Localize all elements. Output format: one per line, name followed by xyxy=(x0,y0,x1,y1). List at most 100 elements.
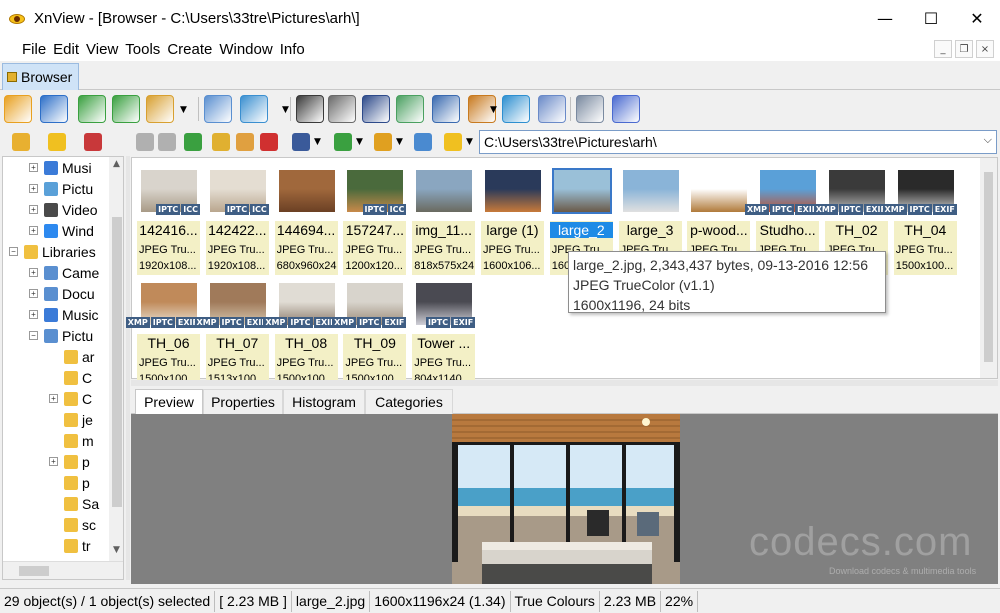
thumbnail-item[interactable]: XMP IPTC EXIF TH_07 JPEG Tru... 1513x100... xyxy=(194,279,269,388)
mdi-minimize-button[interactable]: _ xyxy=(934,40,952,58)
edit-icon[interactable] xyxy=(236,133,254,151)
info-icon[interactable] xyxy=(204,95,232,123)
tree-item[interactable]: + Docu xyxy=(29,283,95,304)
up-folder-icon[interactable] xyxy=(184,133,202,151)
mdi-restore-button[interactable]: ❐ xyxy=(955,40,973,58)
toolbar-dropdown-arrow-icon[interactable]: ▼ xyxy=(356,137,363,147)
tree-scroll-thumb[interactable] xyxy=(112,217,122,507)
tree-item[interactable]: + p xyxy=(49,451,90,472)
tree-item[interactable]: − Libraries xyxy=(9,241,96,262)
thumbnail-item[interactable]: XMP IPTC EXIF TH_04 JPEG Tru... 1500x100... xyxy=(882,166,957,275)
scroll-up-icon[interactable]: ▲ xyxy=(113,159,120,169)
tree-item[interactable]: ar xyxy=(49,346,94,367)
menu-info[interactable]: Info xyxy=(280,41,305,58)
tree-item[interactable]: + Pictu xyxy=(29,178,93,199)
back-icon[interactable] xyxy=(136,133,154,151)
scanner-icon[interactable] xyxy=(362,95,390,123)
toolbar-dropdown-arrow-icon[interactable]: ▼ xyxy=(396,137,403,147)
tree-item[interactable]: + Music xyxy=(29,304,99,325)
path-input[interactable]: C:\Users\33tre\Pictures\arh\ ⌵ xyxy=(479,130,997,154)
help-icon[interactable] xyxy=(612,95,640,123)
minimize-button[interactable]: — xyxy=(862,0,908,37)
toolbar-dropdown-arrow-icon[interactable]: ▼ xyxy=(490,105,497,115)
categories-panel-icon[interactable] xyxy=(84,133,102,151)
search-icon[interactable] xyxy=(296,95,324,123)
menu-edit[interactable]: Edit xyxy=(53,41,79,58)
thumbnail-item[interactable]: large (1) JPEG Tru... 1600x106... xyxy=(481,166,544,275)
tree-item[interactable]: je xyxy=(49,409,93,430)
expand-icon[interactable]: + xyxy=(49,394,58,403)
scroll-down-icon[interactable]: ▼ xyxy=(113,545,120,555)
tree-item[interactable]: − Pictu xyxy=(29,325,93,346)
new-folder-icon[interactable] xyxy=(212,133,230,151)
tree-hscroll-thumb[interactable] xyxy=(19,566,49,576)
close-button[interactable]: ✕ xyxy=(954,0,1000,37)
tree-item[interactable]: C xyxy=(49,367,92,388)
sort-icon[interactable] xyxy=(334,133,352,151)
menu-view[interactable]: View xyxy=(86,41,118,58)
tab-preview[interactable]: Preview xyxy=(135,389,203,414)
grid-vertical-scrollbar[interactable] xyxy=(980,158,997,378)
expand-icon[interactable]: + xyxy=(29,289,38,298)
tree-item[interactable]: tr xyxy=(49,535,91,556)
tree-item[interactable]: Sa xyxy=(49,493,99,514)
slideshow-icon[interactable] xyxy=(40,95,68,123)
collapse-icon[interactable]: − xyxy=(9,247,18,256)
menu-file[interactable]: File xyxy=(22,41,46,58)
tree-item[interactable]: sc xyxy=(49,514,96,535)
forward-icon[interactable] xyxy=(158,133,176,151)
tree-vertical-scrollbar[interactable] xyxy=(109,157,123,561)
vertical-splitter[interactable] xyxy=(126,156,130,580)
tree-item[interactable]: + Video xyxy=(29,199,98,220)
tab-properties[interactable]: Properties xyxy=(203,389,283,414)
folders-panel-icon[interactable] xyxy=(12,133,30,151)
menu-tools[interactable]: Tools xyxy=(125,41,160,58)
thumbnail-item[interactable]: IPTC EXIF Tower ... JPEG Tru... 804x1140... xyxy=(412,279,476,388)
camera-icon[interactable] xyxy=(432,95,460,123)
grid-icon[interactable] xyxy=(538,95,566,123)
tree-item[interactable]: + Wind xyxy=(29,220,94,241)
expand-icon[interactable]: + xyxy=(49,457,58,466)
tab-categories[interactable]: Categories xyxy=(365,389,453,414)
tab-browser[interactable]: Browser xyxy=(2,63,79,90)
thumbnail-item[interactable]: XMP IPTC EXIF TH_06 JPEG Tru... 1500x100... xyxy=(125,279,200,388)
thumbnail-item[interactable]: IPTC ICC 157247... JPEG Tru... 1200x120... xyxy=(343,166,407,275)
thumbnail-item[interactable]: img_11... JPEG Tru... 818x575x24 xyxy=(412,166,476,275)
fullscreen-icon[interactable] xyxy=(4,95,32,123)
maximize-button[interactable]: ☐ xyxy=(908,0,954,37)
convert-icon[interactable] xyxy=(146,95,174,123)
expand-icon[interactable]: + xyxy=(29,226,38,235)
refresh-icon[interactable] xyxy=(414,133,432,151)
grid-scroll-thumb[interactable] xyxy=(984,172,993,362)
toolbar-dropdown-arrow-icon[interactable]: ▼ xyxy=(314,137,321,147)
expand-icon[interactable]: + xyxy=(29,268,38,277)
tree-item[interactable]: + Musi xyxy=(29,157,92,178)
rotate-right-icon[interactable] xyxy=(112,95,140,123)
capture-icon[interactable] xyxy=(396,95,424,123)
mdi-close-button[interactable]: × xyxy=(976,40,994,58)
thumbnail-item[interactable]: IPTC ICC 142422... JPEG Tru... 1920x108... xyxy=(205,166,269,275)
globe-icon[interactable] xyxy=(502,95,530,123)
collapse-icon[interactable]: − xyxy=(29,331,38,340)
expand-icon[interactable]: + xyxy=(29,163,38,172)
expand-icon[interactable]: + xyxy=(29,184,38,193)
tree-item[interactable]: m xyxy=(49,430,94,451)
toolbar-dropdown-arrow-icon[interactable]: ▼ xyxy=(466,137,473,147)
thumbnail-item[interactable]: XMP IPTC EXIF TH_09 JPEG Tru... 1500x100... xyxy=(332,279,407,388)
view-mode-icon[interactable] xyxy=(292,133,310,151)
menu-window[interactable]: Window xyxy=(219,41,272,58)
menu-create[interactable]: Create xyxy=(167,41,212,58)
favorite-icon[interactable] xyxy=(444,133,462,151)
expand-icon[interactable]: + xyxy=(29,310,38,319)
expand-icon[interactable]: + xyxy=(29,205,38,214)
delete-icon[interactable] xyxy=(260,133,278,151)
favorites-panel-icon[interactable] xyxy=(48,133,66,151)
settings-icon[interactable] xyxy=(576,95,604,123)
thumbnail-item[interactable]: XMP IPTC EXIF TH_08 JPEG Tru... 1500x100... xyxy=(263,279,338,388)
tree-horizontal-scrollbar[interactable] xyxy=(3,561,123,579)
tree-item[interactable]: + C xyxy=(49,388,92,409)
rotate-left-icon[interactable] xyxy=(78,95,106,123)
thumbnail-item[interactable]: 144694... JPEG Tru... 680x960x24 xyxy=(274,166,338,275)
tree-item[interactable]: p xyxy=(49,472,90,493)
print-icon[interactable] xyxy=(328,95,356,123)
